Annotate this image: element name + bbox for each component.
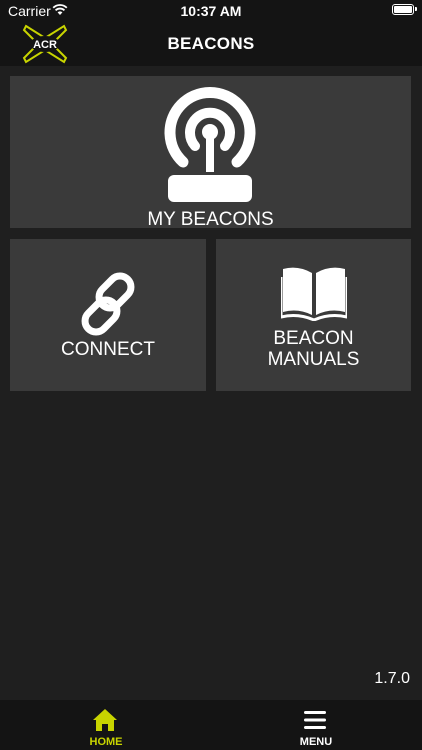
navigation-bar: ACR BEACONS <box>0 22 422 66</box>
book-icon <box>281 267 347 321</box>
tab-menu[interactable]: MENU <box>256 700 376 750</box>
beacon-manuals-tile[interactable]: BEACON MANUALS <box>216 239 411 391</box>
tab-home-label: HOME <box>89 736 123 748</box>
connect-tile[interactable]: CONNECT <box>10 239 206 391</box>
beacon-manuals-label: BEACON MANUALS <box>216 328 411 370</box>
tab-menu-label: MENU <box>299 736 333 748</box>
status-bar: Carrier 10:37 AM <box>0 0 422 22</box>
home-icon <box>93 709 117 731</box>
beacon-manuals-label-line1: BEACON <box>273 328 354 349</box>
hamburger-menu-icon <box>304 711 326 729</box>
page-title: BEACONS <box>167 34 255 53</box>
beacon-signal-icon <box>164 87 256 202</box>
link-icon <box>81 272 135 336</box>
tab-bar: HOME MENU <box>0 700 422 750</box>
beacon-manuals-label-line2: MANUALS <box>267 349 360 370</box>
my-beacons-label: MY BEACONS <box>147 209 274 230</box>
my-beacons-tile[interactable]: MY BEACONS <box>10 76 411 230</box>
app-version: 1.7.0 <box>374 670 410 687</box>
tab-home[interactable]: HOME <box>46 700 166 750</box>
connect-label: CONNECT <box>61 339 155 360</box>
status-time: 10:37 AM <box>180 3 242 19</box>
battery-icon <box>392 4 417 15</box>
